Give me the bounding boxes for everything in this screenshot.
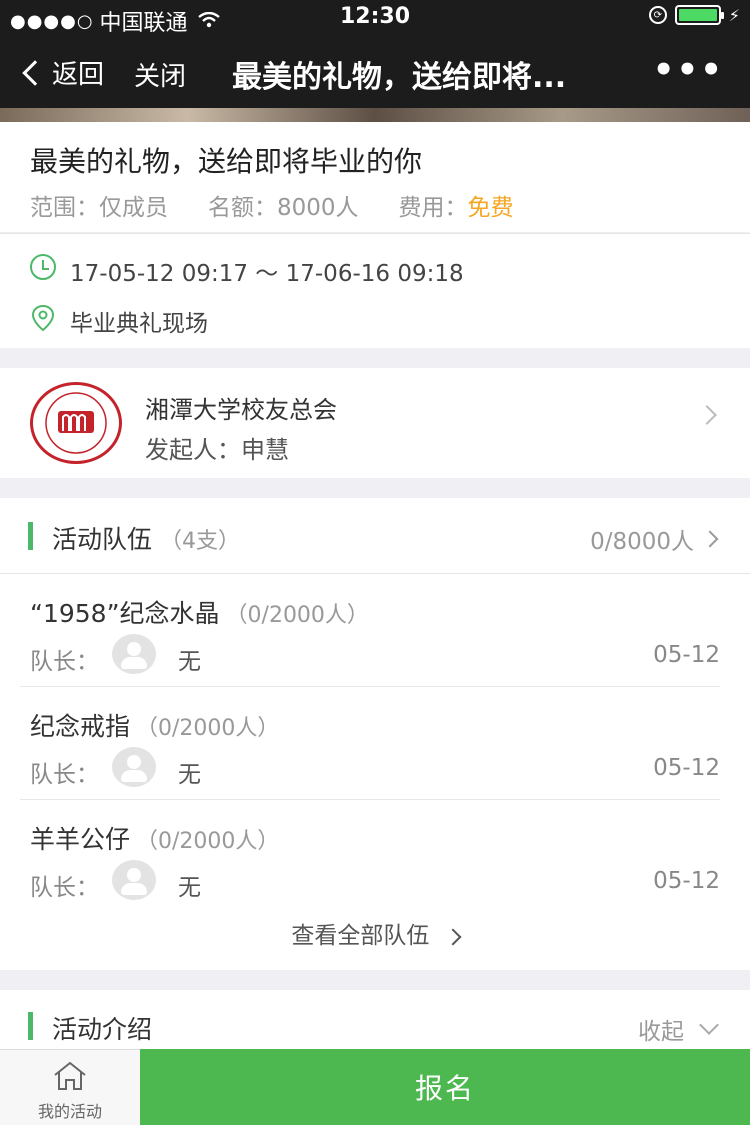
page-title: 最美的礼物，送给即将...	[232, 60, 567, 95]
event-title-card: 最美的礼物，送给即将毕业的你 范围：仅成员 名额：8000人 费用：免费	[0, 122, 750, 232]
chevron-left-icon	[22, 59, 48, 86]
section-accent-bar	[28, 522, 33, 550]
collapse-label: 收起	[638, 1019, 684, 1045]
intro-section-title: 活动介绍	[52, 1015, 153, 1044]
chevron-right-icon	[701, 530, 719, 548]
leader-label: 队长：	[30, 875, 99, 901]
organizer-logo	[30, 382, 122, 464]
team-capacity: （0/2000人）	[136, 716, 280, 741]
leader-label: 队长：	[30, 649, 99, 675]
teams-section-title: 活动队伍 （4支）	[52, 520, 240, 556]
team-name-text: 纪念戒指	[30, 712, 131, 741]
more-menu-button[interactable]: •••	[653, 50, 724, 90]
team-name-text: 羊羊公仔	[30, 825, 131, 854]
teams-section: 活动队伍 （4支） 0/8000人 “1958”纪念水晶 （0/2000人） 队长：…	[0, 498, 750, 970]
teams-capacity: 0/8000人	[590, 529, 694, 555]
event-meta: 范围：仅成员 名额：8000人 费用：免费	[30, 188, 554, 222]
team-capacity: （0/2000人）	[225, 603, 369, 628]
status-bar: ●●●●○ 中国联通 12:30 ⟳ ⚡	[0, 0, 750, 36]
organizer-row[interactable]: 湘潭大学校友总会 发起人：申慧	[0, 368, 750, 478]
my-activities-label: 我的活动	[37, 1102, 102, 1121]
team-item[interactable]: 羊羊公仔 （0/2000人） 队长： 无 05-12	[0, 800, 750, 913]
section-accent-bar	[28, 1012, 33, 1040]
view-all-teams-link[interactable]: 查看全部队伍	[0, 916, 750, 950]
event-time-range: 17-05-12 09:17 ～ 17-06-16 09:18	[70, 261, 464, 287]
signup-button[interactable]: 报名	[140, 1049, 750, 1125]
team-name-text: “1958”纪念水晶	[30, 599, 220, 628]
team-name: 羊羊公仔 （0/2000人）	[30, 820, 279, 856]
leader-name: 无	[178, 762, 201, 788]
team-date: 05-12	[653, 642, 720, 668]
battery-icon	[674, 5, 724, 25]
chevron-right-icon	[697, 405, 717, 425]
event-time-location-card: 17-05-12 09:17 ～ 17-06-16 09:18 毕业典礼现场	[0, 233, 750, 348]
charging-icon: ⚡	[728, 5, 740, 25]
teams-capacity-link[interactable]: 0/8000人	[590, 522, 719, 556]
rotation-lock-icon: ⟳	[648, 6, 667, 24]
location-pin-icon	[30, 304, 56, 332]
organizer-name: 湘潭大学校友总会	[145, 396, 337, 424]
status-right: ⟳ ⚡	[648, 5, 740, 25]
home-icon	[52, 1060, 88, 1092]
view-all-label: 查看全部队伍	[291, 923, 430, 949]
clock-icon	[30, 254, 56, 280]
leader-name: 无	[178, 875, 201, 901]
leader-name: 无	[178, 649, 201, 675]
avatar	[112, 860, 156, 900]
team-item[interactable]: “1958”纪念水晶 （0/2000人） 队长： 无 05-12	[0, 574, 750, 687]
close-button[interactable]: 关闭	[134, 56, 186, 93]
organizer-host: 发起人：申慧	[145, 436, 289, 464]
chevron-down-icon	[699, 1015, 719, 1035]
fee-value: 免费	[467, 195, 514, 221]
back-button[interactable]: 返回	[20, 54, 104, 91]
fee-label: 费用：	[398, 195, 468, 221]
team-name: “1958”纪念水晶 （0/2000人）	[30, 594, 369, 630]
collapse-button[interactable]: 收起	[638, 1012, 719, 1046]
chevron-right-icon	[444, 928, 462, 946]
event-location[interactable]: 毕业典礼现场	[70, 304, 208, 338]
avatar	[112, 634, 156, 674]
team-date: 05-12	[653, 868, 720, 894]
avatar	[112, 747, 156, 787]
clock: 12:30	[339, 4, 411, 29]
banner-image	[0, 108, 750, 122]
back-label: 返回	[52, 60, 105, 90]
leader-label: 队长：	[30, 762, 99, 788]
nav-bar: 返回 关闭 最美的礼物，送给即将... •••	[0, 36, 750, 108]
teams-count: （4支）	[160, 529, 241, 554]
bottom-tab-bar: 我的活动 报名	[0, 1049, 750, 1125]
event-scope: 范围：仅成员	[30, 195, 168, 221]
intro-section: 活动介绍 收起	[0, 990, 750, 1050]
team-capacity: （0/2000人）	[136, 829, 280, 854]
my-activities-tab[interactable]: 我的活动	[0, 1049, 140, 1125]
team-item[interactable]: 纪念戒指 （0/2000人） 队长： 无 05-12	[0, 687, 750, 800]
event-quota: 名额：8000人	[208, 195, 359, 221]
event-title: 最美的礼物，送给即将毕业的你	[30, 145, 423, 178]
teams-title: 活动队伍	[52, 525, 153, 554]
team-date: 05-12	[653, 755, 720, 781]
team-name: 纪念戒指 （0/2000人）	[30, 707, 279, 743]
event-fee: 费用：免费	[399, 188, 514, 222]
